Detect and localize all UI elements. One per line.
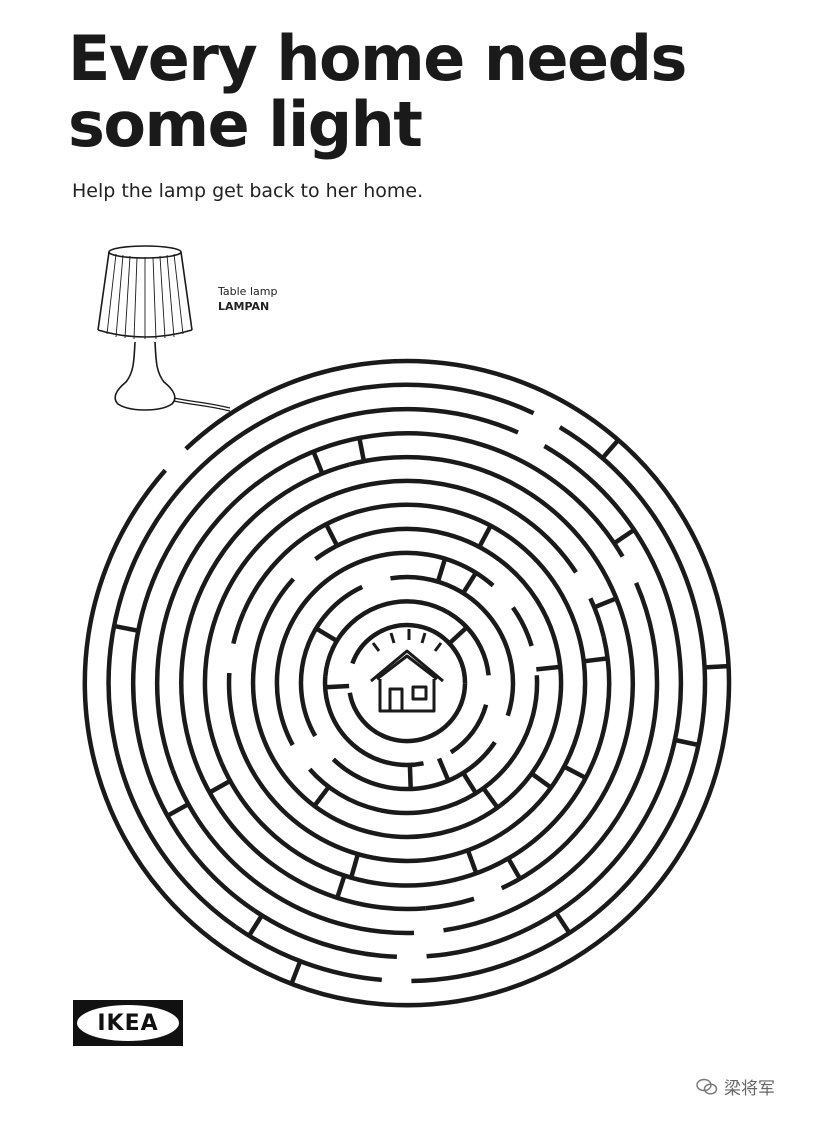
maze-wall-spoke	[536, 664, 561, 672]
maze-wall-spoke	[613, 527, 636, 546]
subtitle: Help the lamp get back to her home.	[72, 180, 424, 202]
product-type: Table lamp	[218, 285, 278, 298]
maze-wall-spoke	[563, 764, 587, 780]
maze-wall-arc	[308, 675, 540, 816]
maze-wall-spoke	[481, 786, 500, 809]
maze-wall-spoke	[477, 524, 493, 549]
product-label: Table lamp LAMPAN	[218, 284, 277, 314]
maze-wall-spoke	[247, 914, 264, 937]
maze-wall-spoke	[289, 960, 303, 985]
maze-wall-spoke	[704, 663, 729, 670]
maze-wall-spoke	[314, 626, 338, 643]
brand-name: IKEA	[97, 1010, 159, 1036]
maze-wall-arc	[184, 398, 254, 451]
maze-wall-arc	[314, 544, 337, 562]
house-icon	[370, 629, 444, 713]
maze-wall-spoke	[436, 757, 451, 782]
maze-wall-spoke	[357, 437, 367, 462]
maze-wall-spoke	[208, 778, 232, 795]
maze-wall-arc	[425, 896, 475, 911]
maze-wall-arc	[231, 611, 246, 645]
title-line-1: Every home needs	[68, 22, 687, 95]
maze-wall-spoke	[324, 523, 340, 547]
maze-wall-spoke	[166, 802, 190, 818]
maze-wall-arc	[426, 444, 684, 959]
maze-wall-spoke	[349, 853, 361, 878]
maze-wall-spoke	[447, 625, 469, 646]
maze-wall-arc	[322, 676, 424, 768]
maze-wall-spoke	[407, 764, 413, 789]
wechat-icon	[696, 1078, 718, 1095]
ikea-logo: IKEA	[73, 1000, 183, 1046]
maze-wall-spoke	[435, 558, 448, 583]
maze-wall-spoke	[593, 596, 618, 610]
watermark-text: 梁将军	[724, 1079, 775, 1099]
maze-wall-spoke	[114, 623, 139, 633]
maze-wall-arc	[334, 526, 564, 807]
maze-wall-spoke	[312, 785, 331, 808]
maze-wall-arc	[511, 606, 534, 647]
maze-wall-spoke	[311, 450, 325, 475]
page-title: Every home needs some light	[68, 22, 687, 161]
maze-wall-spoke	[461, 771, 478, 795]
maze-wall-spoke	[600, 438, 620, 460]
title-line-2: some light	[68, 88, 423, 161]
maze-graphic[interactable]	[72, 358, 742, 1008]
maze-wall-spoke	[324, 683, 350, 690]
maze-wall-arc	[348, 454, 636, 891]
maze-wall-arc	[274, 550, 495, 747]
maze-wall-arc	[219, 636, 612, 888]
product-name: LAMPAN	[218, 300, 270, 313]
maze-wall-spoke	[583, 656, 608, 664]
maze-wall-spoke	[335, 874, 347, 899]
maze-wall-spoke	[554, 911, 572, 935]
ikea-logo-oval: IKEA	[77, 1005, 179, 1041]
maze-wall-spoke	[506, 856, 522, 880]
watermark: 梁将军	[696, 1074, 775, 1099]
maze-wall-spoke	[530, 771, 553, 790]
maze-wall-spoke	[674, 737, 699, 748]
maze-wall-spoke	[465, 849, 479, 874]
maze-wall-spoke	[461, 571, 478, 595]
circular-maze[interactable]	[72, 358, 742, 1008]
